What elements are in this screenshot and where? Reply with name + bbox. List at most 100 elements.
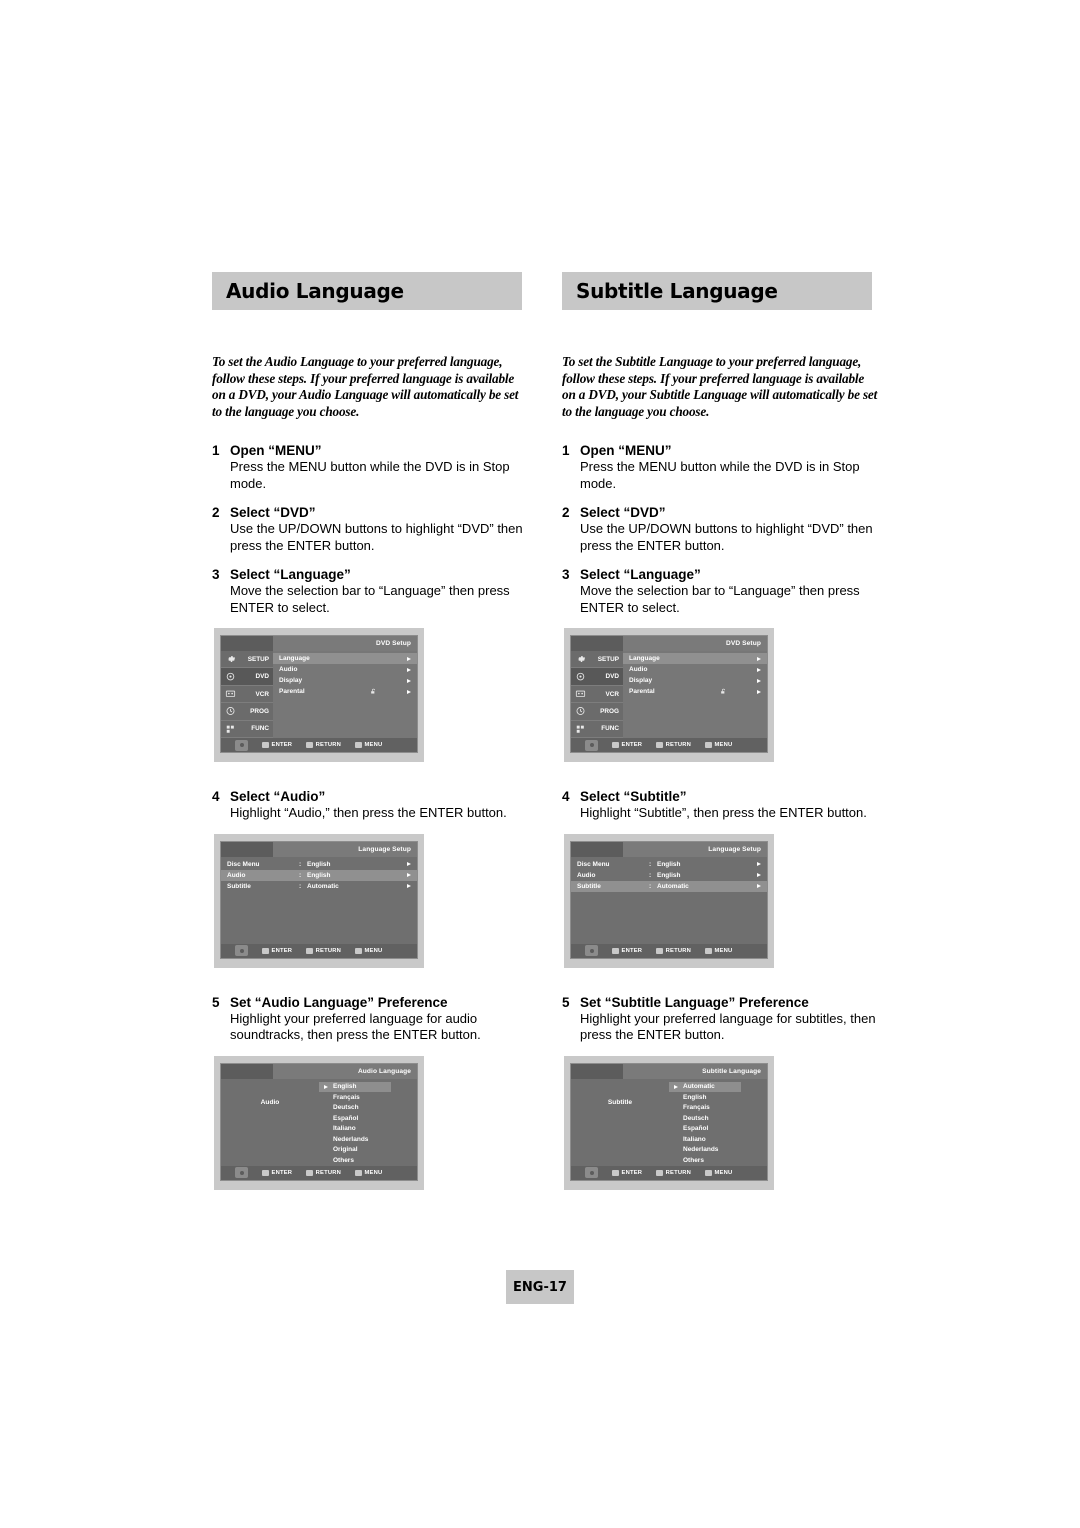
sidebar-item-label: PROG — [600, 707, 619, 715]
list-item[interactable]: Others — [669, 1155, 741, 1166]
sidebar-item-setup[interactable]: SETUP — [221, 651, 273, 669]
menu-row-parental[interactable]: Parental — [623, 686, 767, 697]
step-title: Set “Subtitle Language” Preference — [580, 994, 809, 1010]
osd-title: Language Setup — [708, 845, 761, 853]
list-item[interactable]: Français — [319, 1092, 391, 1103]
menu-row-label: Audio — [279, 666, 298, 673]
screenshot-subtitle-language-list: Subtitle Language Subtitle Automatic Eng… — [564, 1055, 774, 1190]
menu-row-audio[interactable]: Audio — [623, 664, 767, 675]
osd-button-hints: ENTER RETURN MENU — [571, 738, 767, 752]
menu-row-parental[interactable]: Parental — [273, 686, 417, 697]
screenshot-language-setup-subtitle: Language Setup Disc Menu : English Audio… — [564, 833, 774, 968]
hint-label: MENU — [364, 1169, 383, 1176]
menu-row-value: Automatic — [307, 882, 339, 890]
page-title-audio: Audio Language — [226, 279, 404, 303]
sidebar-item-dvd[interactable]: DVD — [571, 668, 623, 686]
menu-row-value: English — [307, 871, 331, 879]
menu-row-label: Subtitle — [577, 882, 601, 890]
sidebar-item-vcr[interactable]: VCR — [571, 686, 623, 704]
menu-row-disc-menu[interactable]: Disc Menu : English — [571, 859, 767, 870]
sidebar-item-dvd[interactable]: DVD — [221, 668, 273, 686]
hint-enter: ENTER — [612, 742, 642, 748]
list-item[interactable]: Deutsch — [669, 1113, 741, 1124]
hint-label: ENTER — [271, 1169, 293, 1176]
sidebar-item-func[interactable]: FUNC — [221, 721, 273, 739]
step-4-audio: 4 Select “Audio” Highlight “Audio,” then… — [212, 788, 532, 822]
sidebar-item-label: FUNC — [251, 725, 269, 733]
menu-key-icon — [705, 742, 713, 748]
sidebar-item-vcr[interactable]: VCR — [221, 686, 273, 704]
list-item-label: Others — [333, 1156, 354, 1164]
list-item[interactable]: English — [669, 1092, 741, 1103]
list-item[interactable]: Français — [669, 1103, 741, 1114]
step-number: 1 — [212, 443, 220, 458]
sidebar-item-prog[interactable]: PROG — [571, 703, 623, 721]
list-item[interactable]: Español — [669, 1124, 741, 1135]
menu-row-audio[interactable]: Audio — [273, 664, 417, 675]
hint-enter: ENTER — [262, 742, 292, 748]
menu-row-audio[interactable]: Audio : English — [571, 870, 767, 881]
list-item-label: English — [683, 1093, 707, 1101]
menu-row-subtitle[interactable]: Subtitle : Automatic — [571, 880, 767, 892]
screenshot-language-setup-audio: Language Setup Disc Menu : English Audio… — [214, 833, 424, 968]
section-header-audio: Audio Language — [212, 272, 522, 310]
sidebar-item-setup[interactable]: SETUP — [571, 651, 623, 669]
chevron-right-icon — [407, 873, 411, 877]
sidebar-item-func[interactable]: FUNC — [571, 721, 623, 739]
list-item[interactable]: Nederlands — [319, 1134, 391, 1145]
list-item-label: Deutsch — [333, 1104, 359, 1112]
list-item-label: Others — [683, 1156, 704, 1164]
menu-row-display[interactable]: Display — [273, 675, 417, 686]
hint-enter: ENTER — [262, 1169, 293, 1176]
clock-icon — [576, 707, 585, 716]
menu-row-audio[interactable]: Audio : English — [221, 869, 417, 881]
step-title: Select “DVD” — [580, 505, 666, 520]
osd-button-hints: ENTER RETURN MENU — [571, 1165, 767, 1180]
osd-menu-panel: Disc Menu : English Audio : English Subt… — [571, 856, 767, 944]
step-body: Highlight your preferred language for su… — [580, 1010, 876, 1043]
step-number: 5 — [212, 994, 220, 1010]
osd-menu-panel: Disc Menu : English Audio : English Subt… — [221, 856, 417, 944]
sidebar-item-label: FUNC — [601, 725, 619, 733]
menu-row-language[interactable]: Language — [623, 653, 767, 664]
enter-key-icon — [262, 947, 269, 954]
hint-menu: MENU — [705, 947, 732, 954]
menu-row-label: Language — [629, 655, 660, 662]
list-item[interactable]: Others — [319, 1155, 391, 1166]
menu-row-label: Audio — [227, 871, 246, 879]
osd-sidebar: SETUP DVD VCR PROG FUNC — [571, 651, 623, 739]
gear-icon — [228, 656, 236, 663]
return-key-icon — [306, 1169, 314, 1176]
hint-enter: ENTER — [612, 1169, 642, 1176]
menu-row-display[interactable]: Display — [623, 675, 767, 686]
list-item[interactable]: Deutsch — [319, 1103, 391, 1114]
enter-key-icon — [262, 742, 269, 748]
menu-row-label: Subtitle — [227, 882, 251, 890]
menu-row-language[interactable]: Language — [273, 653, 417, 664]
return-key-icon — [306, 742, 314, 748]
page-title-subtitle: Subtitle Language — [576, 279, 778, 303]
list-item[interactable]: Nederlands — [669, 1145, 741, 1156]
menu-row-disc-menu[interactable]: Disc Menu : English — [221, 859, 417, 870]
list-item[interactable]: Italiano — [319, 1124, 391, 1135]
menu-key-icon — [355, 742, 363, 748]
step-5-subtitle: 5 Set “Subtitle Language” Preference Hig… — [562, 994, 882, 1044]
column-subtitle-language: Subtitle Language To set the Subtitle La… — [562, 272, 882, 1190]
step-1-subtitle: 1 Open “MENU” Press the MENU button whil… — [562, 442, 882, 492]
step-body: Press the MENU button while the DVD is i… — [580, 459, 860, 491]
list-item[interactable]: Automatic — [669, 1081, 741, 1092]
sidebar-item-label: SETUP — [247, 655, 269, 663]
hint-label: RETURN — [665, 947, 692, 954]
list-item[interactable]: Italiano — [669, 1134, 741, 1145]
list-item[interactable]: Original — [319, 1145, 391, 1156]
list-item[interactable]: Español — [319, 1113, 391, 1124]
list-item[interactable]: English — [319, 1081, 391, 1092]
menu-key-icon — [355, 947, 363, 954]
language-option-list: Automatic English Français Deutsch Españ… — [669, 1079, 767, 1166]
step-body: Move the selection bar to “Language” the… — [580, 583, 860, 615]
menu-row-label: Display — [279, 677, 303, 684]
menu-row-subtitle[interactable]: Subtitle : Automatic — [221, 881, 417, 892]
menu-row-label: Parental — [629, 688, 655, 695]
menu-row-label: Disc Menu — [227, 860, 260, 868]
sidebar-item-prog[interactable]: PROG — [221, 703, 273, 721]
